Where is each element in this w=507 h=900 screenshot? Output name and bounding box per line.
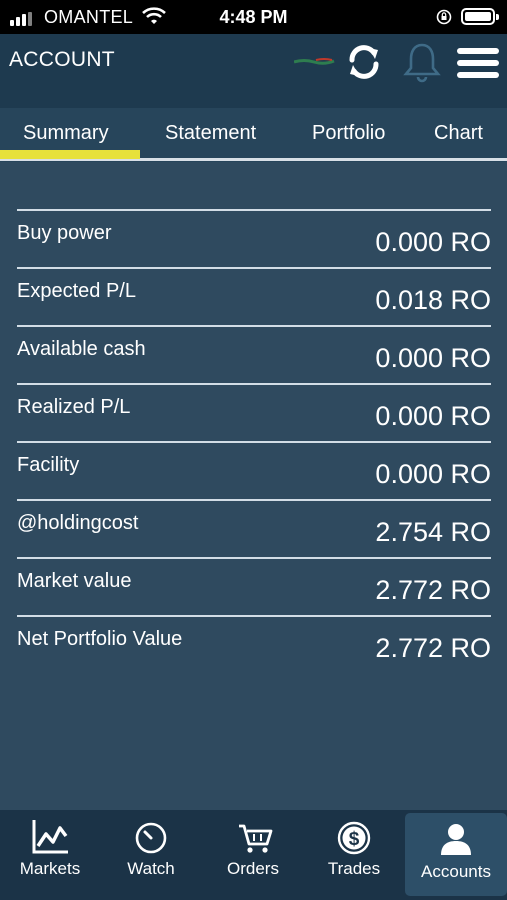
- tabbar-item-watch[interactable]: Watch: [101, 810, 201, 900]
- tabbar-item-trades[interactable]: $ Trades: [304, 810, 404, 900]
- tabbar-label: Trades: [327, 859, 381, 878]
- tabbar-item-orders[interactable]: Orders: [203, 810, 303, 900]
- row-value: 2.772 RO: [375, 575, 491, 605]
- summary-row-market-value: Market value 2.772 RO: [17, 557, 491, 615]
- page-title: ACCOUNT: [9, 48, 115, 71]
- row-label: Facility: [17, 454, 80, 476]
- svg-text:$: $: [349, 829, 360, 850]
- row-value: 0.018 RO: [375, 285, 491, 315]
- summary-row-realized-pl: Realized P/L 0.000 RO: [17, 383, 491, 441]
- row-value: 2.754 RO: [375, 517, 491, 547]
- tabbar-label: Markets: [19, 859, 81, 878]
- hamburger-menu-icon[interactable]: [457, 46, 499, 80]
- app-header: ACCOUNT: [0, 34, 507, 108]
- tabbar-item-accounts[interactable]: Accounts: [405, 813, 507, 896]
- row-value: 0.000 RO: [375, 459, 491, 489]
- tab-portfolio[interactable]: Portfolio: [312, 122, 385, 145]
- summary-row-net-portfolio-value: Net Portfolio Value 2.772 RO: [17, 615, 491, 673]
- bottom-tab-bar: Markets Watch Orders $ Trades Accounts: [0, 810, 507, 900]
- tab-statement[interactable]: Statement: [165, 122, 256, 145]
- status-bar: OMANTEL 4:48 PM: [0, 0, 507, 34]
- tab-summary[interactable]: Summary: [23, 122, 109, 145]
- summary-table: Buy power 0.000 RO Expected P/L 0.018 RO…: [17, 209, 491, 673]
- row-value: 0.000 RO: [375, 227, 491, 257]
- row-label: Buy power: [17, 222, 112, 244]
- cart-icon: [239, 824, 273, 853]
- chart-line-icon: [32, 820, 68, 854]
- row-label: Expected P/L: [17, 280, 136, 302]
- dollar-coin-icon: $: [337, 821, 371, 855]
- row-label: Realized P/L: [17, 396, 131, 418]
- summary-row-expected-pl: Expected P/L 0.018 RO: [17, 267, 491, 325]
- tabbar-label: Watch: [127, 859, 175, 878]
- summary-row-holdingcost: @holdingcost 2.754 RO: [17, 499, 491, 557]
- row-label: Available cash: [17, 338, 146, 360]
- tab-active-indicator: [0, 150, 140, 159]
- battery-icon: [461, 8, 499, 25]
- tab-chart[interactable]: Chart: [434, 122, 483, 145]
- row-value: 0.000 RO: [375, 401, 491, 431]
- clock-icon: [135, 822, 167, 854]
- row-label: Market value: [17, 570, 132, 592]
- refresh-icon[interactable]: [344, 42, 384, 82]
- row-label: Net Portfolio Value: [17, 628, 183, 650]
- row-value: 2.772 RO: [375, 633, 491, 663]
- summary-row-available-cash: Available cash 0.000 RO: [17, 325, 491, 383]
- user-icon: [441, 824, 471, 855]
- tabbar-label: Accounts: [421, 862, 491, 881]
- row-value: 0.000 RO: [375, 343, 491, 373]
- rotation-lock-icon: [436, 9, 452, 25]
- flag-icon: [294, 58, 335, 65]
- status-time: 4:48 PM: [219, 7, 288, 27]
- bell-icon[interactable]: [400, 40, 444, 84]
- tabbar-label: Orders: [227, 859, 279, 878]
- summary-row-facility: Facility 0.000 RO: [17, 441, 491, 499]
- tabbar-item-markets[interactable]: Markets: [0, 810, 100, 900]
- summary-row-buy-power: Buy power 0.000 RO: [17, 209, 491, 267]
- row-label: @holdingcost: [17, 512, 139, 534]
